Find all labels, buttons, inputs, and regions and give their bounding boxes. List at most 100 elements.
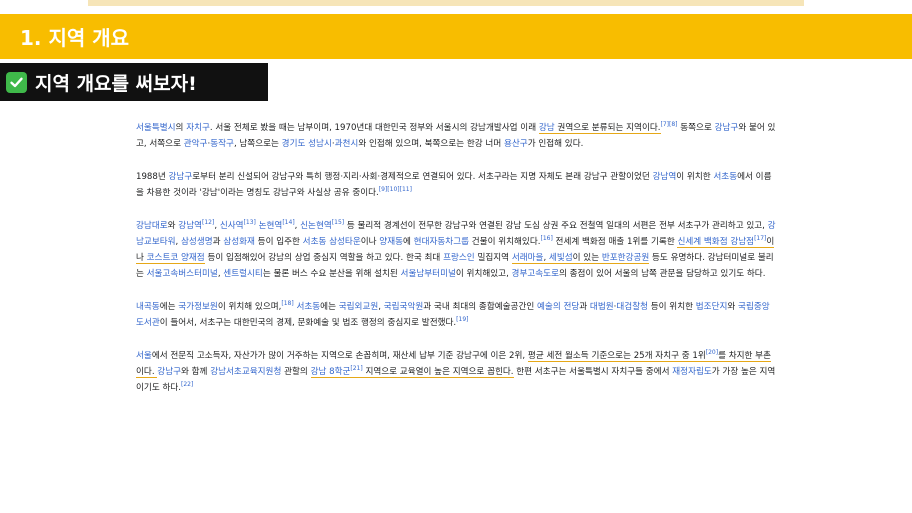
text: 에서 전문직 고소득자, 자산가가 많이 거주하는 지역으로 손꼽히며, 재산세… [151,351,528,361]
text: 과 [212,237,224,247]
link[interactable]: 양재동 [379,237,403,247]
section-header-band [0,14,912,59]
link[interactable]: 내곡동 [136,302,160,312]
top-accent-strip [88,0,804,6]
link[interactable]: 현대자동차그룹 [414,237,469,247]
link[interactable]: 서초동 [713,172,737,182]
link[interactable]: 자치구 [186,123,210,133]
link[interactable]: 서울 [136,351,152,361]
link[interactable]: 삼성생명 [181,237,213,247]
link[interactable]: 용산구 [504,139,528,149]
reference-link[interactable]: [19] [456,316,468,323]
reference-link[interactable]: [15] [332,219,344,226]
link[interactable]: 강남역 [178,221,202,231]
link[interactable]: 재정자립도 [672,367,712,377]
text: 에는 [159,302,179,312]
highlight-underline: 서래마을, 세빛섬이 있는 반포한강공원 [511,253,650,264]
link[interactable]: 국립외교원 [339,302,379,312]
link[interactable]: 강남구 [157,367,181,377]
link[interactable]: 신논현역 [300,221,332,231]
link[interactable]: 예술의 전당 [537,302,579,312]
text: 지역으로 교육열이 높은 지역으로 꼽힌다. [362,367,514,377]
text: 로부터 분리 신설되어 강남구와 특히 행정·지리·사회·경제적으로 연결되어 … [192,172,653,182]
paragraph-wealth-education: 서울에서 전문직 고소득자, 자산가가 많이 거주하는 지역으로 손꼽히며, 재… [136,348,776,396]
text: 가 인접해 있다. [527,139,584,149]
section-title: 1. 지역 개요 [20,26,130,50]
text: 와 [167,221,179,231]
link[interactable]: 관악구 [184,139,208,149]
link[interactable]: 경부고속도로 [512,269,559,279]
text: 과 국내 최대의 종합예술공간인 [423,302,537,312]
link[interactable]: 경기도 [282,139,306,149]
link[interactable]: 국립국악원 [384,302,424,312]
link[interactable]: 반포한강공원 [602,253,649,263]
link[interactable]: 프랑스인 [443,253,475,263]
reference-link[interactable]: [21] [350,365,362,372]
paragraph-overview: 서울특별시의 자치구. 서울 전체로 봤을 때는 남부이며, 1970년대 대한… [136,120,776,152]
text: 의 종점이 있어 서울의 남쪽 관문을 담당하고 있기도 하다. [559,269,766,279]
link[interactable]: 코스트코 양재점 [147,253,205,263]
paragraph-institutions: 내곡동에는 국가정보원이 위치해 있으며,[18] 서초동에는 국립외교원, 국… [136,299,776,331]
reference-link[interactable]: [9][10][11] [379,186,412,193]
link[interactable]: 강남역 [653,172,677,182]
link[interactable]: 서초동 [296,302,320,312]
text: 에는 [320,302,339,312]
link[interactable]: 대법원 [590,302,614,312]
reference-link[interactable]: [18] [281,300,293,307]
link[interactable]: 서초동 삼성타운 [303,237,361,247]
link[interactable]: 서래마을 [512,253,544,263]
link[interactable]: 강남 8학군 [311,367,351,377]
reference-link[interactable]: [22] [181,381,193,388]
text: , 남쪽으로는 [233,139,282,149]
link[interactable]: 강남 [539,123,555,133]
reference-link[interactable]: [20] [706,349,718,356]
link[interactable]: 성남시 [308,139,332,149]
link[interactable]: 신세계 백화점 강남점 [677,237,754,247]
link[interactable]: 동작구 [210,139,234,149]
subheading-banner: 지역 개요를 써보자! [0,63,268,101]
text: 등이 입주한 [254,237,303,247]
text: 밀집지역 [474,253,512,263]
text: 평균 세전 월소득 기준으로는 25개 자치구 중 1위 [527,351,706,361]
reference-link[interactable]: [13] [244,219,256,226]
text: 와 인접해 있으며, 북쪽으로는 한강 너머 [358,139,504,149]
reference-link[interactable]: [14] [282,219,294,226]
text: 이 위치해 있으며, [217,302,282,312]
text: . 서울 전체로 봤을 때는 남부이며, 1970년대 대한민국 정부와 서울시… [209,123,539,133]
text: 이나 [360,237,380,247]
link[interactable]: 강남서초교육지원청 [210,367,281,377]
link[interactable]: 강남구 [169,172,193,182]
link[interactable]: 서울특별시 [136,123,176,133]
link[interactable]: 국가정보원 [178,302,218,312]
text: 과 [579,302,590,312]
link[interactable]: 서울남부터미널 [401,269,456,279]
paragraph-history: 1988년 강남구로부터 분리 신설되어 강남구와 특히 행정·지리·사회·경제… [136,169,776,201]
link[interactable]: 세빛섬 [549,253,573,263]
text: 는 물론 버스 수요 분산을 위해 설치된 [262,269,401,279]
link[interactable]: 과천시 [335,139,359,149]
link[interactable]: 삼성화재 [223,237,255,247]
reference-link[interactable]: [12] [202,219,214,226]
link[interactable]: 센트럴시티 [223,269,263,279]
link[interactable]: 서울고속버스터미널 [147,269,218,279]
text: 와 함께 [181,367,211,377]
link[interactable]: 논현역 [259,221,283,231]
text: 등이 위치한 [648,302,696,312]
reference-link[interactable]: [7][8] [661,121,678,128]
text: 전세계 백화점 매출 1위를 기록한 [552,237,678,247]
link[interactable]: 강남구 [715,123,739,133]
link[interactable]: 강남대로 [136,221,168,231]
text: 동쪽으로 [677,123,715,133]
subheading-text: 지역 개요를 써보자! [35,72,197,95]
link[interactable]: 대검찰청 [616,302,648,312]
article-excerpt: 서울특별시의 자치구. 서울 전체로 봤을 때는 남부이며, 1970년대 대한… [136,120,776,413]
reference-link[interactable]: [17] [754,235,766,242]
link[interactable]: 법조단지 [696,302,728,312]
text: 이 있는 [572,253,602,263]
text: 에 [403,237,414,247]
text: 이 들어서, 서초구는 대한민국의 경제, 문화예술 및 법조 행정의 중심지로… [159,318,457,328]
text: 와 [727,302,739,312]
link[interactable]: 신사역 [220,221,244,231]
reference-link[interactable]: [16] [540,235,552,242]
text: 1988년 [136,172,169,182]
